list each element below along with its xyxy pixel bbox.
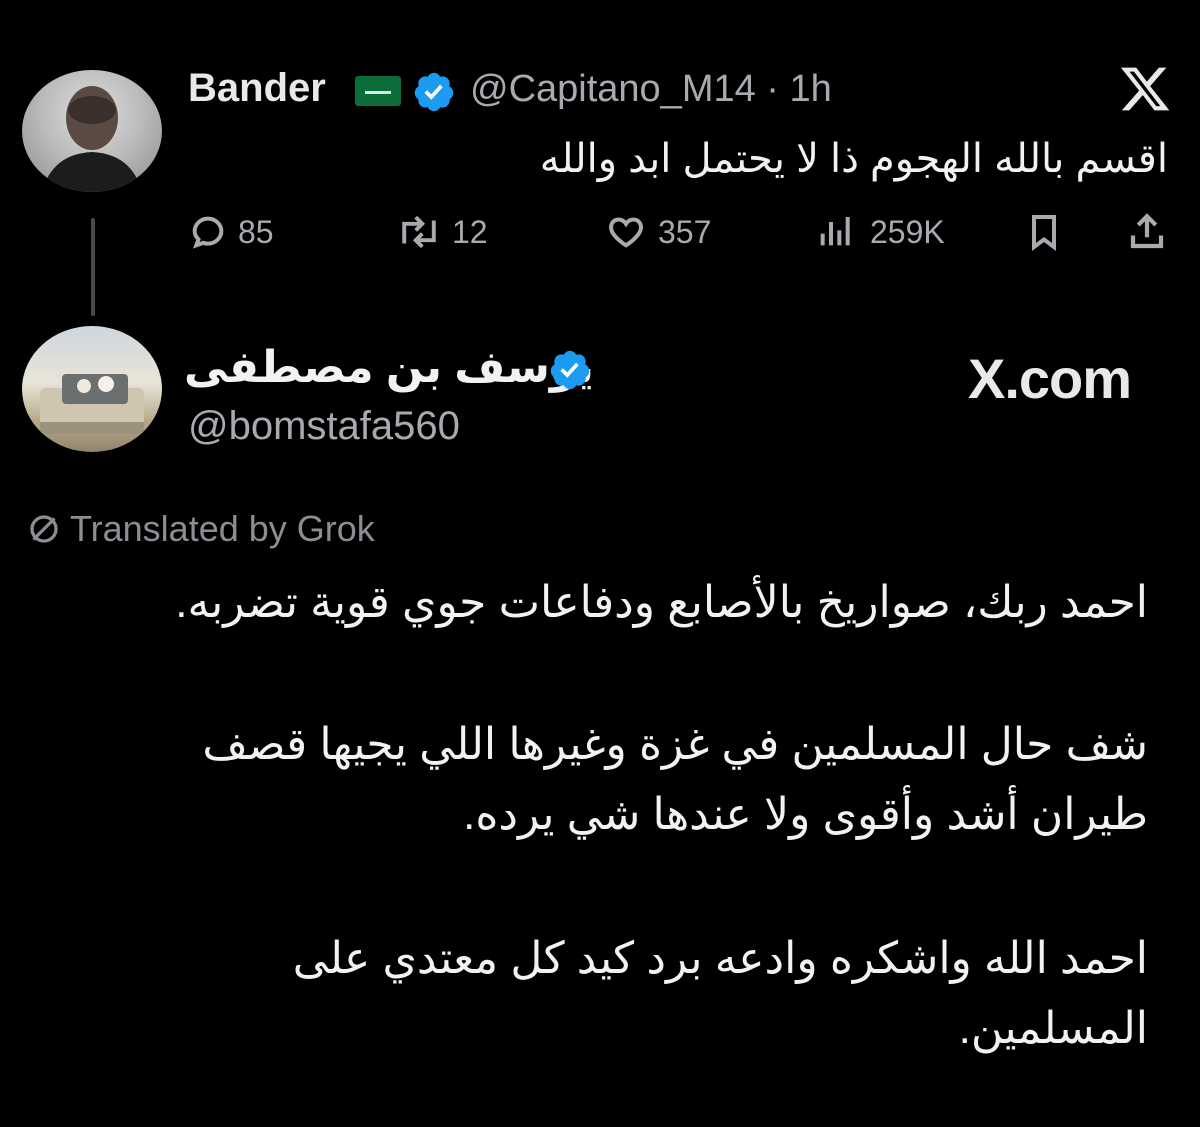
author-name[interactable]: يوسف بن مصطفى (184, 342, 594, 393)
retweet-icon (402, 215, 436, 249)
translated-paragraph-3-line-2: المسلمين. (958, 1004, 1148, 1053)
reply-button[interactable]: 85 (188, 204, 274, 260)
translated-paragraph-1: احمد ربك، صواريخ بالأصابع ودفاعات جوي قو… (175, 578, 1148, 627)
author-name[interactable]: Bander (188, 66, 326, 111)
avatar-bomstafa[interactable] (22, 326, 162, 452)
retweet-button[interactable]: 12 (396, 204, 488, 260)
author-handle-time[interactable]: @Capitano_M14 · 1h (470, 68, 832, 111)
views-chart-icon (820, 217, 850, 246)
share-icon (1130, 213, 1164, 249)
thread-connector-line (91, 218, 95, 316)
verified-badge-icon (550, 350, 590, 390)
translated-label-text: Translated by Grok (70, 508, 375, 549)
translated-by-grok-label[interactable]: Translated by Grok (26, 508, 375, 550)
reply-count: 85 (238, 213, 274, 250)
bookmark-icon (1032, 215, 1056, 251)
share-button[interactable] (1126, 204, 1168, 260)
retweet-count: 12 (452, 213, 488, 250)
xcom-watermark: X.com (968, 347, 1132, 410)
translated-paragraph-2-line-1: شف حال المسلمين في غزة وغيرها اللي يجيها… (202, 720, 1148, 769)
globe-slash-icon (30, 515, 58, 543)
saudi-flag-icon (355, 76, 401, 106)
translated-paragraph-3-line-1: احمد الله واشكره وادعه برد كيد كل معتدي … (292, 934, 1148, 983)
author-handle[interactable]: @bomstafa560 (188, 404, 460, 449)
like-button[interactable]: 357 (604, 204, 711, 260)
views-button[interactable]: 259K (816, 204, 945, 260)
views-count: 259K (870, 213, 945, 250)
x-logo-icon[interactable] (1118, 62, 1172, 116)
heart-icon (609, 217, 643, 248)
reply-icon (192, 216, 224, 249)
tweet-text: اقسم بالله الهجوم ذا لا يحتمل ابد والله (539, 137, 1168, 181)
verified-badge-icon (414, 72, 454, 112)
like-count: 357 (658, 213, 712, 250)
avatar-bander[interactable] (22, 70, 162, 192)
translated-paragraph-2-line-2: طيران أشد وأقوى ولا عندها شي يرده. (463, 790, 1148, 839)
bookmark-button[interactable] (1024, 204, 1064, 260)
